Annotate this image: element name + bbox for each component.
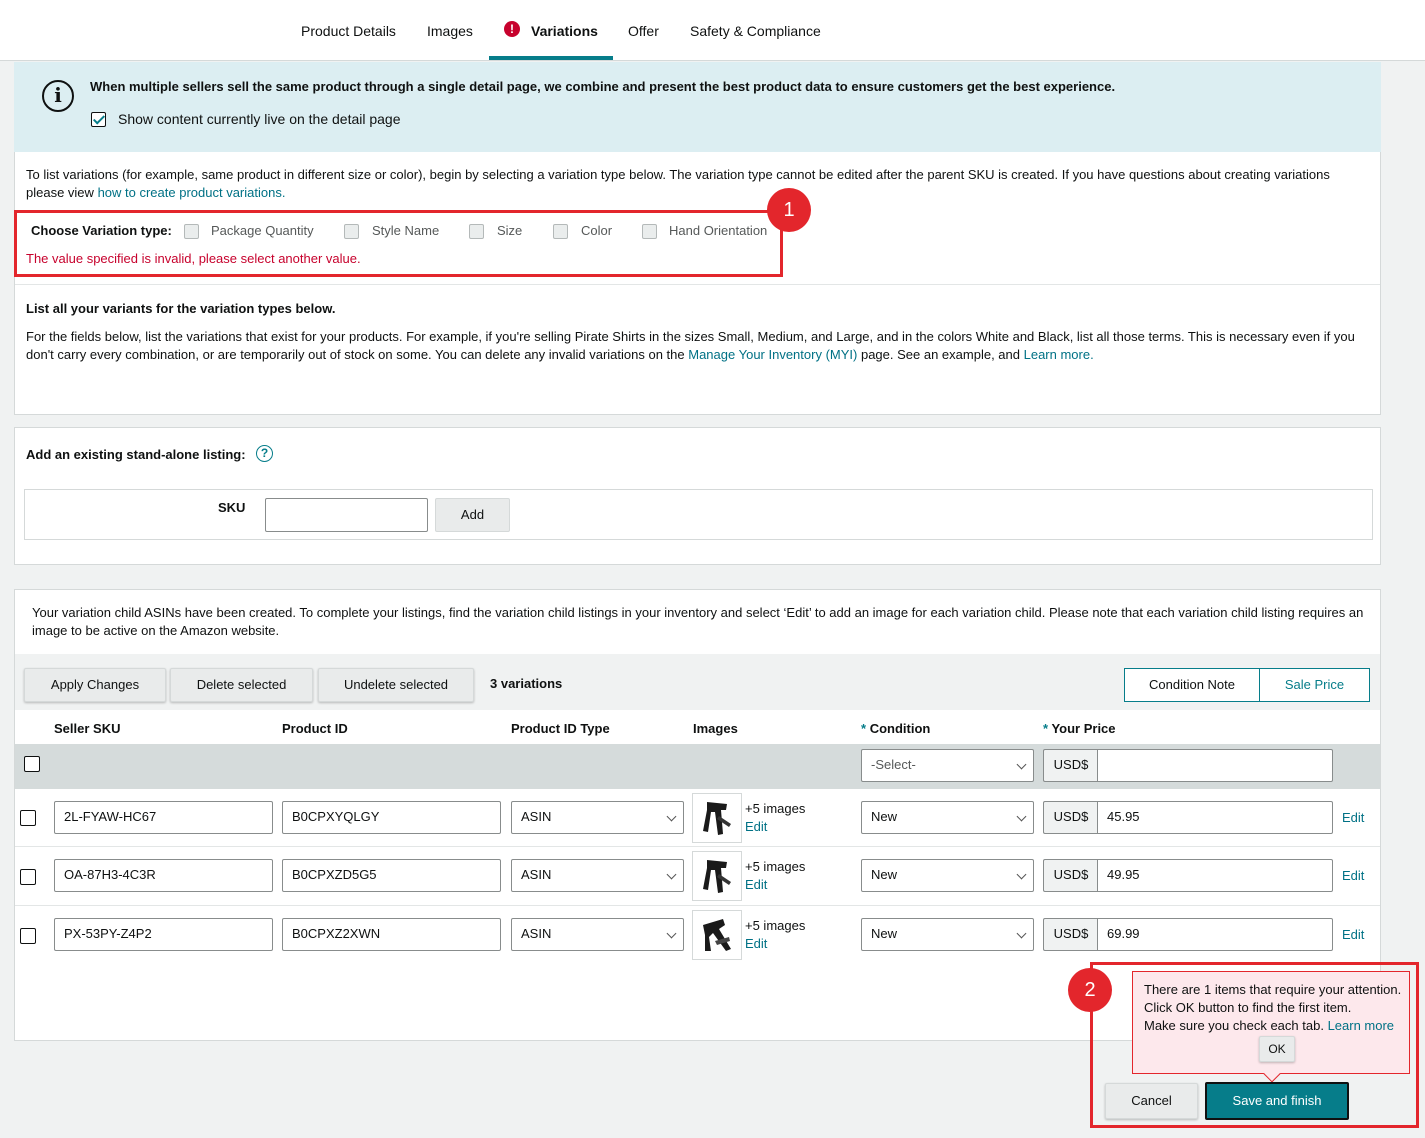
variations-count: 3 variations xyxy=(490,676,563,691)
tab-offer[interactable]: Offer xyxy=(628,0,659,61)
highlight-box-variation-type xyxy=(14,210,783,277)
undelete-selected-button[interactable]: Undelete selected xyxy=(318,668,474,702)
list-variants-text: For the fields below, list the variation… xyxy=(26,329,1355,344)
condition-select[interactable]: New xyxy=(861,859,1034,892)
sku-form-box: SKU Add xyxy=(24,489,1373,540)
bulk-price-input[interactable] xyxy=(1097,749,1333,782)
delete-selected-button[interactable]: Delete selected xyxy=(170,668,313,702)
currency-label: USD$ xyxy=(1043,859,1098,892)
col-your-price: * Your Price xyxy=(1043,721,1116,736)
chevron-down-icon xyxy=(1016,759,1027,770)
info-banner: i When multiple sellers sell the same pr… xyxy=(14,62,1381,152)
list-variants-text-2: don't carry every combination, or are te… xyxy=(26,347,1094,362)
product-id-type-select[interactable]: ASIN xyxy=(511,859,684,892)
standalone-listing-panel: Add an existing stand-alone listing: ? S… xyxy=(14,427,1381,565)
chevron-down-icon xyxy=(666,811,677,822)
condition-note-button[interactable]: Condition Note xyxy=(1124,668,1260,702)
show-live-content-label: Show content currently live on the detai… xyxy=(118,111,401,127)
price-input[interactable]: 45.95 xyxy=(1097,801,1333,834)
banner-text: When multiple sellers sell the same prod… xyxy=(90,79,1116,94)
select-all-checkbox[interactable] xyxy=(24,756,40,772)
variation-type-panel: To list variations (for example, same pr… xyxy=(14,152,1381,415)
tab-product-details[interactable]: Product Details xyxy=(301,0,396,61)
sku-input[interactable] xyxy=(265,498,428,532)
apply-changes-button[interactable]: Apply Changes xyxy=(24,668,166,702)
tab-bar: Product Details Images ! Variations Offe… xyxy=(0,0,1425,61)
divider xyxy=(15,284,1380,285)
currency-label: USD$ xyxy=(1043,801,1098,834)
children-notice: Your variation child ASINs have been cre… xyxy=(32,605,1364,620)
product-id-input[interactable]: B0CPXZD5G5 xyxy=(282,859,501,892)
product-id-type-select[interactable]: ASIN xyxy=(511,918,684,951)
tab-variations[interactable]: Variations xyxy=(531,0,598,61)
product-thumbnail xyxy=(692,910,742,960)
info-icon: i xyxy=(42,80,74,112)
edit-row-link[interactable]: Edit xyxy=(1342,867,1364,885)
tab-safety-compliance[interactable]: Safety & Compliance xyxy=(690,0,821,61)
highlight-box-save xyxy=(1090,962,1419,1128)
children-notice-2: image to be active on the Amazon website… xyxy=(32,623,280,638)
product-id-input[interactable]: B0CPXYQLGY xyxy=(282,801,501,834)
step-badge-2: 2 xyxy=(1068,968,1112,1012)
add-sku-button[interactable]: Add xyxy=(435,498,510,532)
edit-images-link[interactable]: Edit xyxy=(745,876,767,894)
help-icon[interactable]: ? xyxy=(256,445,273,462)
bulk-currency-label: USD$ xyxy=(1043,749,1098,782)
product-id-type-select[interactable]: ASIN xyxy=(511,801,684,834)
images-count: +5 images xyxy=(745,918,806,933)
price-input[interactable]: 49.95 xyxy=(1097,859,1333,892)
row-divider xyxy=(15,905,1380,906)
step-badge-1: 1 xyxy=(767,188,811,232)
col-product-id-type: Product ID Type xyxy=(511,721,610,736)
col-images: Images xyxy=(693,721,738,736)
chevron-down-icon xyxy=(1016,869,1027,880)
images-count: +5 images xyxy=(745,859,806,874)
active-tab-indicator xyxy=(489,56,613,60)
col-product-id: Product ID xyxy=(282,721,348,736)
row-checkbox[interactable] xyxy=(20,869,36,885)
manage-inventory-link[interactable]: Manage Your Inventory (MYI) xyxy=(688,347,857,362)
learn-more-link[interactable]: Learn more. xyxy=(1024,347,1094,362)
alert-icon: ! xyxy=(504,21,520,37)
product-thumbnail xyxy=(692,793,742,843)
chevron-down-icon xyxy=(1016,928,1027,939)
row-checkbox[interactable] xyxy=(20,928,36,944)
seller-sku-input[interactable]: PX-53PY-Z4P2 xyxy=(54,918,273,951)
chevron-down-icon xyxy=(1016,811,1027,822)
chevron-down-icon xyxy=(666,928,677,939)
standalone-heading: Add an existing stand-alone listing: xyxy=(26,447,246,462)
price-input[interactable]: 69.99 xyxy=(1097,918,1333,951)
row-divider xyxy=(15,846,1380,847)
edit-images-link[interactable]: Edit xyxy=(745,818,767,836)
condition-select[interactable]: New xyxy=(861,918,1034,951)
variation-intro: To list variations (for example, same pr… xyxy=(26,167,1330,182)
product-id-input[interactable]: B0CPXZ2XWN xyxy=(282,918,501,951)
col-seller-sku: Seller SKU xyxy=(54,721,121,736)
edit-row-link[interactable]: Edit xyxy=(1342,926,1364,944)
seller-sku-input[interactable]: 2L-FYAW-HC67 xyxy=(54,801,273,834)
col-condition: * Condition xyxy=(861,721,931,736)
tab-images[interactable]: Images xyxy=(427,0,473,61)
images-count: +5 images xyxy=(745,801,806,816)
condition-select[interactable]: New xyxy=(861,801,1034,834)
edit-row-link[interactable]: Edit xyxy=(1342,809,1364,827)
list-variants-heading: List all your variants for the variation… xyxy=(26,301,336,316)
sku-label: SKU xyxy=(218,500,246,515)
how-to-create-variations-link[interactable]: how to create product variations. xyxy=(98,185,286,200)
seller-sku-input[interactable]: OA-87H3-4C3R xyxy=(54,859,273,892)
currency-label: USD$ xyxy=(1043,918,1098,951)
variation-intro-prefix: please view how to create product variat… xyxy=(26,185,286,200)
product-thumbnail xyxy=(692,851,742,901)
sale-price-button[interactable]: Sale Price xyxy=(1259,668,1370,702)
chevron-down-icon xyxy=(666,869,677,880)
edit-images-link[interactable]: Edit xyxy=(745,935,767,953)
bulk-condition-select[interactable]: -Select- xyxy=(861,749,1034,782)
show-live-content-checkbox[interactable] xyxy=(91,112,106,127)
row-checkbox[interactable] xyxy=(20,810,36,826)
